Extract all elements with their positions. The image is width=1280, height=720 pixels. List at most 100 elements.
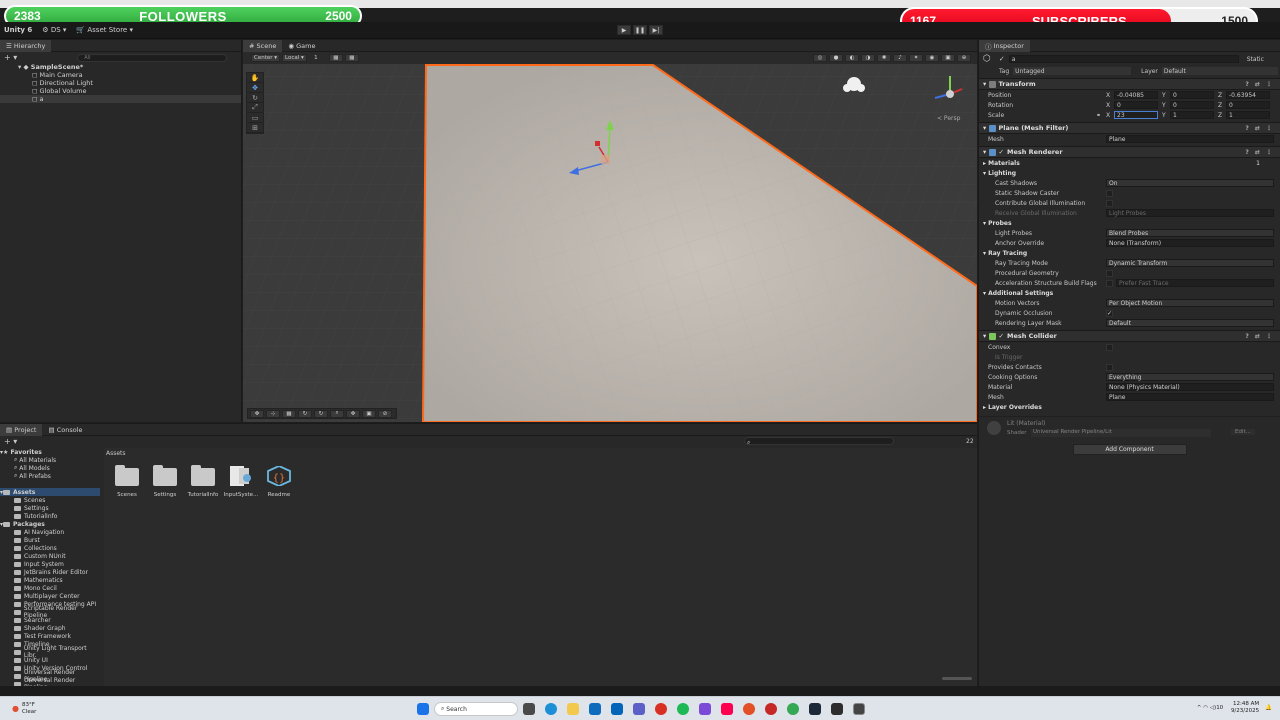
tree-package-folder[interactable]: Scriptable Render Pipeline (0, 605, 100, 619)
scene-viewport[interactable]: < Persp (243, 40, 977, 422)
tree-package-folder[interactable]: Input System (0, 560, 100, 568)
breadcrumb-assets[interactable]: Assets (106, 450, 126, 457)
mesh-collider-enabled-checkbox[interactable]: ✓ (999, 332, 1004, 340)
scale-x-field[interactable]: 23 (1114, 111, 1158, 119)
notification-bell-icon[interactable]: 🔔 (1265, 705, 1272, 711)
taskbar-search-input[interactable]: ⌕ Search (434, 702, 518, 716)
tab-console[interactable]: ▤ Console (42, 424, 88, 436)
shading-wireframe-button[interactable]: ◎ (813, 54, 827, 62)
static-toggle[interactable]: Static (1247, 56, 1264, 63)
accel-flags-checkbox[interactable] (1106, 279, 1113, 287)
rotation-z-field[interactable]: 0 (1226, 101, 1270, 109)
tab-project[interactable]: ▤ Project (0, 423, 43, 436)
grid-toggle[interactable]: ▦ (328, 54, 343, 62)
scale-y-field[interactable]: 1 (1170, 111, 1214, 119)
provides-contacts-checkbox[interactable] (1106, 363, 1113, 371)
overlay-tool-4-icon[interactable]: ↻ (298, 409, 312, 418)
app-icon-purple[interactable] (699, 703, 711, 715)
persp-label[interactable]: < Persp (937, 115, 961, 122)
branch-dropdown[interactable]: ⚙ DS ▾ (42, 26, 66, 34)
scale-tool-icon[interactable]: ⤢ (247, 103, 263, 113)
tree-package-folder[interactable]: Mono Cecil (0, 584, 100, 592)
tree-folder[interactable]: Scenes (0, 496, 100, 504)
shading-lit-button[interactable]: ◐ (845, 54, 859, 62)
clock[interactable]: 12:48 AM 9/23/2025 (1231, 701, 1259, 715)
grid-snap-value[interactable]: 1 (309, 54, 323, 62)
hidden-objects-toggle[interactable]: ◉ (925, 54, 939, 62)
pause-button[interactable]: ❚❚ (633, 25, 647, 35)
hand-tool-icon[interactable]: ✋ (247, 73, 263, 83)
shader-dropdown[interactable]: Universal Render Pipeline/Lit (1031, 429, 1211, 437)
assets-folder[interactable]: ▾ Assets (0, 488, 100, 496)
app-icon-dark[interactable] (831, 703, 843, 715)
icon-size-slider[interactable] (942, 677, 972, 680)
hierarchy-search-input[interactable]: All (77, 53, 228, 62)
space-dropdown[interactable]: Local ▾ (282, 54, 307, 62)
contribute-gi-checkbox[interactable] (1106, 199, 1113, 207)
overlay-tool-8-icon[interactable]: ▣ (362, 409, 376, 418)
favorite-item[interactable]: ⌕ All Models (0, 464, 100, 472)
tree-package-folder[interactable]: JetBrains Rider Editor (0, 568, 100, 576)
rect-tool-icon[interactable]: ▭ (247, 113, 263, 123)
convex-checkbox[interactable] (1106, 343, 1113, 351)
asset-item[interactable]: Scenes (108, 465, 146, 498)
asset-item[interactable]: InputSyste... (222, 466, 260, 498)
tab-game[interactable]: ◉ Game (282, 40, 321, 52)
tree-package-folder[interactable]: Shader Graph (0, 624, 100, 632)
overlay-tool-2-icon[interactable]: ⊹ (266, 409, 280, 418)
tree-folder[interactable]: Settings (0, 504, 100, 512)
add-object-icon[interactable]: + ▾ (4, 53, 17, 62)
tree-package-folder[interactable]: Unity Light Transport Libr. (0, 645, 100, 659)
layer-overrides-foldout[interactable]: ▸ Layer Overrides (979, 402, 1280, 412)
spotify-icon[interactable] (677, 703, 689, 715)
component-menu-icon[interactable]: ? ⇄ ⋮ (1245, 81, 1274, 88)
rendering-layer-dropdown[interactable]: Default (1106, 319, 1274, 327)
overlay-tool-9-icon[interactable]: ⊘ (378, 409, 392, 418)
effects-dropdown[interactable]: ✦ (909, 54, 923, 62)
overlay-tool-7-icon[interactable]: ✥ (346, 409, 360, 418)
collider-mesh-field[interactable]: Plane (1106, 393, 1274, 401)
pivot-dropdown[interactable]: Center ▾ (251, 54, 281, 62)
overlay-tool-5-icon[interactable]: ↻ (314, 409, 328, 418)
ms-store-icon[interactable] (589, 703, 601, 715)
tray-chevron-icon[interactable]: ^ (1197, 705, 1202, 711)
teams-icon[interactable] (633, 703, 645, 715)
rotation-x-field[interactable]: 0 (1114, 101, 1158, 109)
start-windows-icon[interactable] (417, 703, 429, 715)
hierarchy-item-main-camera[interactable]: ◻ Main Camera (0, 71, 241, 79)
shading-shaded-button[interactable]: ● (829, 54, 843, 62)
collider-material-field[interactable]: None (Physics Material) (1106, 383, 1274, 391)
layer-dropdown[interactable]: Default (1161, 67, 1278, 75)
mesh-filter-component-header[interactable]: ▾ Plane (Mesh Filter) ? ⇄ ⋮ (979, 122, 1280, 134)
asset-store-button[interactable]: 🛒 Asset Store ▾ (76, 26, 133, 34)
cooking-options-dropdown[interactable]: Everything (1106, 373, 1274, 381)
tree-package-folder[interactable]: Collections (0, 544, 100, 552)
component-menu-icon[interactable]: ? ⇄ ⋮ (1245, 125, 1274, 132)
lighting-toggle[interactable]: ✺ (877, 54, 891, 62)
favorites-foldout[interactable]: ▾ ★ Favorites (0, 448, 100, 456)
tree-package-folder[interactable]: Burst (0, 536, 100, 544)
app-icon-red[interactable] (655, 703, 667, 715)
overlay-tool-1-icon[interactable]: ✥ (250, 409, 264, 418)
play-button[interactable]: ▶ (617, 25, 631, 35)
materials-foldout[interactable]: ▸ Materials 1 (979, 158, 1280, 168)
component-menu-icon[interactable]: ? ⇄ ⋮ (1245, 333, 1274, 340)
weather-widget[interactable]: ● 83°F Clear (12, 702, 72, 716)
packages-folder[interactable]: ▾ Packages (0, 520, 100, 528)
step-button[interactable]: ▶| (649, 25, 663, 35)
tree-package-folder[interactable]: Test Framework (0, 632, 100, 640)
wifi-icon[interactable]: ◠ (1203, 705, 1208, 711)
mesh-filter-mesh-field[interactable]: Plane (1106, 135, 1274, 143)
unity-account-button[interactable]: Unity 6 (4, 26, 32, 34)
lighting-foldout[interactable]: ▾ Lighting (979, 168, 1280, 178)
mesh-renderer-component-header[interactable]: ▾ ✓ Mesh Renderer ? ⇄ ⋮ (979, 146, 1280, 158)
chrome-icon[interactable] (787, 703, 799, 715)
add-component-button[interactable]: Add Component (1072, 444, 1187, 455)
asset-item[interactable]: Settings (146, 465, 184, 498)
tab-inspector[interactable]: ⓘ Inspector (979, 39, 1030, 52)
tree-package-folder[interactable]: Custom NUnit (0, 552, 100, 560)
tiktok-icon[interactable] (721, 703, 733, 715)
additional-settings-foldout[interactable]: ▾ Additional Settings (979, 288, 1280, 298)
tree-folder[interactable]: TutorialInfo (0, 512, 100, 520)
task-view-icon[interactable] (523, 703, 535, 715)
